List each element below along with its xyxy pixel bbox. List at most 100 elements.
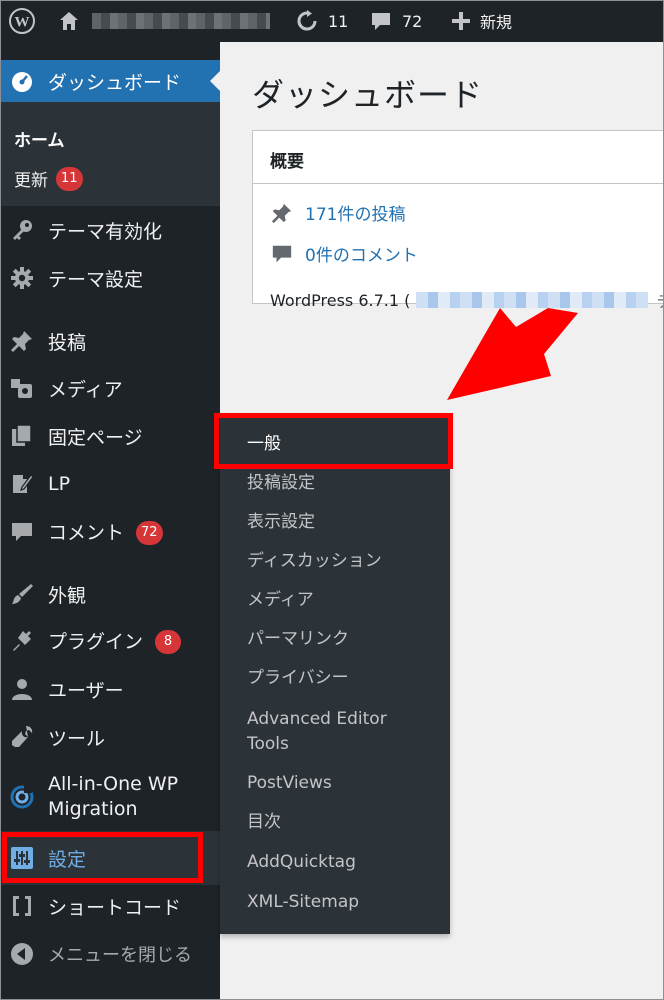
comments-button[interactable]: 72: [370, 0, 422, 42]
wp-version-trailing: テ: [656, 288, 664, 312]
menu-plugins[interactable]: プラグイン 8: [0, 623, 220, 659]
submenu-updates-label: 更新: [14, 171, 48, 191]
pages-icon: [9, 423, 35, 449]
wordpress-logo-icon[interactable]: W: [8, 0, 36, 42]
comments-badge: 72: [136, 520, 163, 545]
collapse-menu-label: メニューを閉じる: [48, 945, 192, 966]
menu-shortcode-label: ショートコード: [48, 896, 182, 919]
menu-posts[interactable]: 投稿: [0, 323, 220, 359]
menu-theme-settings-label: テーマ設定: [48, 268, 144, 291]
menu-all-in-one-wp-migration[interactable]: All-in-One WP Migration: [0, 770, 220, 824]
updates-count: 11: [328, 11, 349, 31]
new-label: 新規: [480, 13, 513, 32]
menu-users[interactable]: ユーザー: [0, 671, 220, 707]
submenu-updates[interactable]: 更新 11: [14, 166, 83, 191]
submenu-reading[interactable]: 表示設定: [247, 510, 315, 535]
gear-icon: [9, 265, 35, 291]
wrench-icon: [9, 724, 35, 750]
updates-button[interactable]: 11: [296, 0, 348, 42]
menu-plugins-text: プラグイン: [48, 631, 144, 654]
submenu-media[interactable]: メディア: [247, 588, 314, 613]
at-a-glance-widget: 概要 171件の投稿 0件のコメント WordPress 6.7.1 ( テ: [252, 130, 664, 311]
menu-dashboard[interactable]: ダッシュボード: [0, 60, 220, 102]
submenu-permalinks[interactable]: パーマリンク: [247, 627, 349, 652]
comment-bubble-icon: [272, 245, 292, 262]
submenu-postviews[interactable]: PostViews: [247, 771, 332, 796]
collapse-menu-button[interactable]: メニューを閉じる: [0, 936, 220, 972]
dashboard-gauge-icon: [9, 68, 35, 94]
submenu-addquicktag[interactable]: AddQuicktag: [247, 850, 356, 875]
submenu-writing[interactable]: 投稿設定: [247, 471, 315, 496]
advanced-editor-line1: Advanced Editor: [247, 709, 387, 729]
submenu-privacy[interactable]: プライバシー: [247, 666, 349, 691]
menu-settings-label: 設定: [48, 848, 87, 871]
plus-icon: [452, 12, 470, 30]
menu-plugins-label: プラグイン 8: [48, 627, 182, 655]
key-icon: [9, 217, 35, 243]
menu-all-in-one-wp-migration-label: All-in-One WP Migration: [48, 772, 178, 822]
posts-count-link[interactable]: 171件の投稿: [271, 200, 405, 225]
posts-count-text: 171件の投稿: [305, 205, 406, 225]
menu-tools-label: ツール: [48, 727, 106, 750]
advanced-editor-line2: Tools: [247, 734, 289, 754]
menu-media-label: メディア: [48, 378, 123, 401]
svg-text:W: W: [15, 15, 30, 31]
menu-comments[interactable]: コメント 72: [0, 514, 220, 550]
pushpin-icon: [271, 203, 292, 223]
menu-tools[interactable]: ツール: [0, 719, 220, 755]
settings-sliders-icon: [9, 845, 35, 871]
comment-bubble-icon: [9, 519, 35, 545]
submenu-advanced-editor-tools[interactable]: Advanced Editor Tools: [247, 707, 387, 757]
menu-comments-label: コメント 72: [48, 518, 163, 546]
menu-pages[interactable]: 固定ページ: [0, 418, 220, 454]
refresh-icon: [297, 10, 317, 31]
menu-posts-label: 投稿: [48, 331, 87, 354]
menu-shortcode[interactable]: ショートコード: [0, 888, 220, 924]
menu-appearance-label: 外観: [48, 584, 87, 607]
comments-count-link[interactable]: 0件のコメント: [271, 241, 418, 266]
submenu-discussion[interactable]: ディスカッション: [247, 549, 382, 574]
site-name-link[interactable]: [58, 0, 270, 42]
pushpin-icon: [9, 328, 35, 354]
menu-users-label: ユーザー: [48, 679, 124, 702]
menu-theme-settings[interactable]: テーマ設定: [0, 260, 220, 296]
widget-header: 概要: [253, 131, 664, 184]
comments-count: 72: [402, 11, 423, 31]
menu-lp[interactable]: LP: [0, 466, 220, 502]
menu-settings[interactable]: 設定: [0, 831, 220, 885]
collapse-arrow-icon: [9, 941, 35, 967]
submenu-home[interactable]: ホーム: [14, 126, 65, 151]
plugins-badge: 8: [155, 629, 182, 654]
paintbrush-icon: [9, 581, 35, 607]
menu-media[interactable]: メディア: [0, 370, 220, 406]
dashboard-submenu: ホーム 更新 11: [0, 102, 220, 206]
submenu-xml-sitemap[interactable]: XML-Sitemap: [247, 890, 359, 915]
settings-flyout-submenu: 一般 投稿設定 表示設定 ディスカッション メディア パーマリンク プライバシー…: [220, 413, 450, 934]
menu-lp-label: LP: [48, 473, 71, 495]
edit-page-icon: [9, 471, 35, 497]
new-content-button[interactable]: 新規: [452, 0, 512, 42]
page-title: ダッシュボード: [252, 76, 484, 114]
site-name-blurred: [92, 13, 270, 29]
comments-count-text: 0件のコメント: [305, 246, 418, 266]
widget-title: 概要: [270, 152, 304, 172]
menu-appearance[interactable]: 外観: [0, 576, 220, 612]
wp-version-text: WordPress 6.7.1 (: [270, 290, 411, 310]
home-icon: [60, 12, 78, 30]
current-menu-pointer: [210, 71, 220, 91]
migration-label-line2: Migration: [48, 798, 138, 820]
admin-sidebar: ダッシュボード ホーム 更新 11 テーマ有効化 テーマ設定 投稿 メディア 固定…: [0, 42, 220, 1000]
media-icon: [9, 375, 35, 401]
menu-theme-activation-label: テーマ有効化: [48, 220, 163, 243]
migration-label-line1: All-in-One WP: [48, 773, 179, 795]
submenu-general[interactable]: 一般: [247, 432, 281, 457]
updates-badge: 11: [56, 166, 83, 191]
plug-icon: [9, 628, 35, 654]
menu-theme-activation[interactable]: テーマ有効化: [0, 212, 220, 248]
admin-bar: W 11 72 新規: [0, 0, 664, 42]
menu-pages-label: 固定ページ: [48, 426, 143, 449]
submenu-toc[interactable]: 目次: [247, 810, 281, 835]
theme-name-blurred: [416, 292, 649, 308]
comment-bubble-icon: [372, 13, 390, 30]
flyout-pointer: [210, 848, 220, 868]
